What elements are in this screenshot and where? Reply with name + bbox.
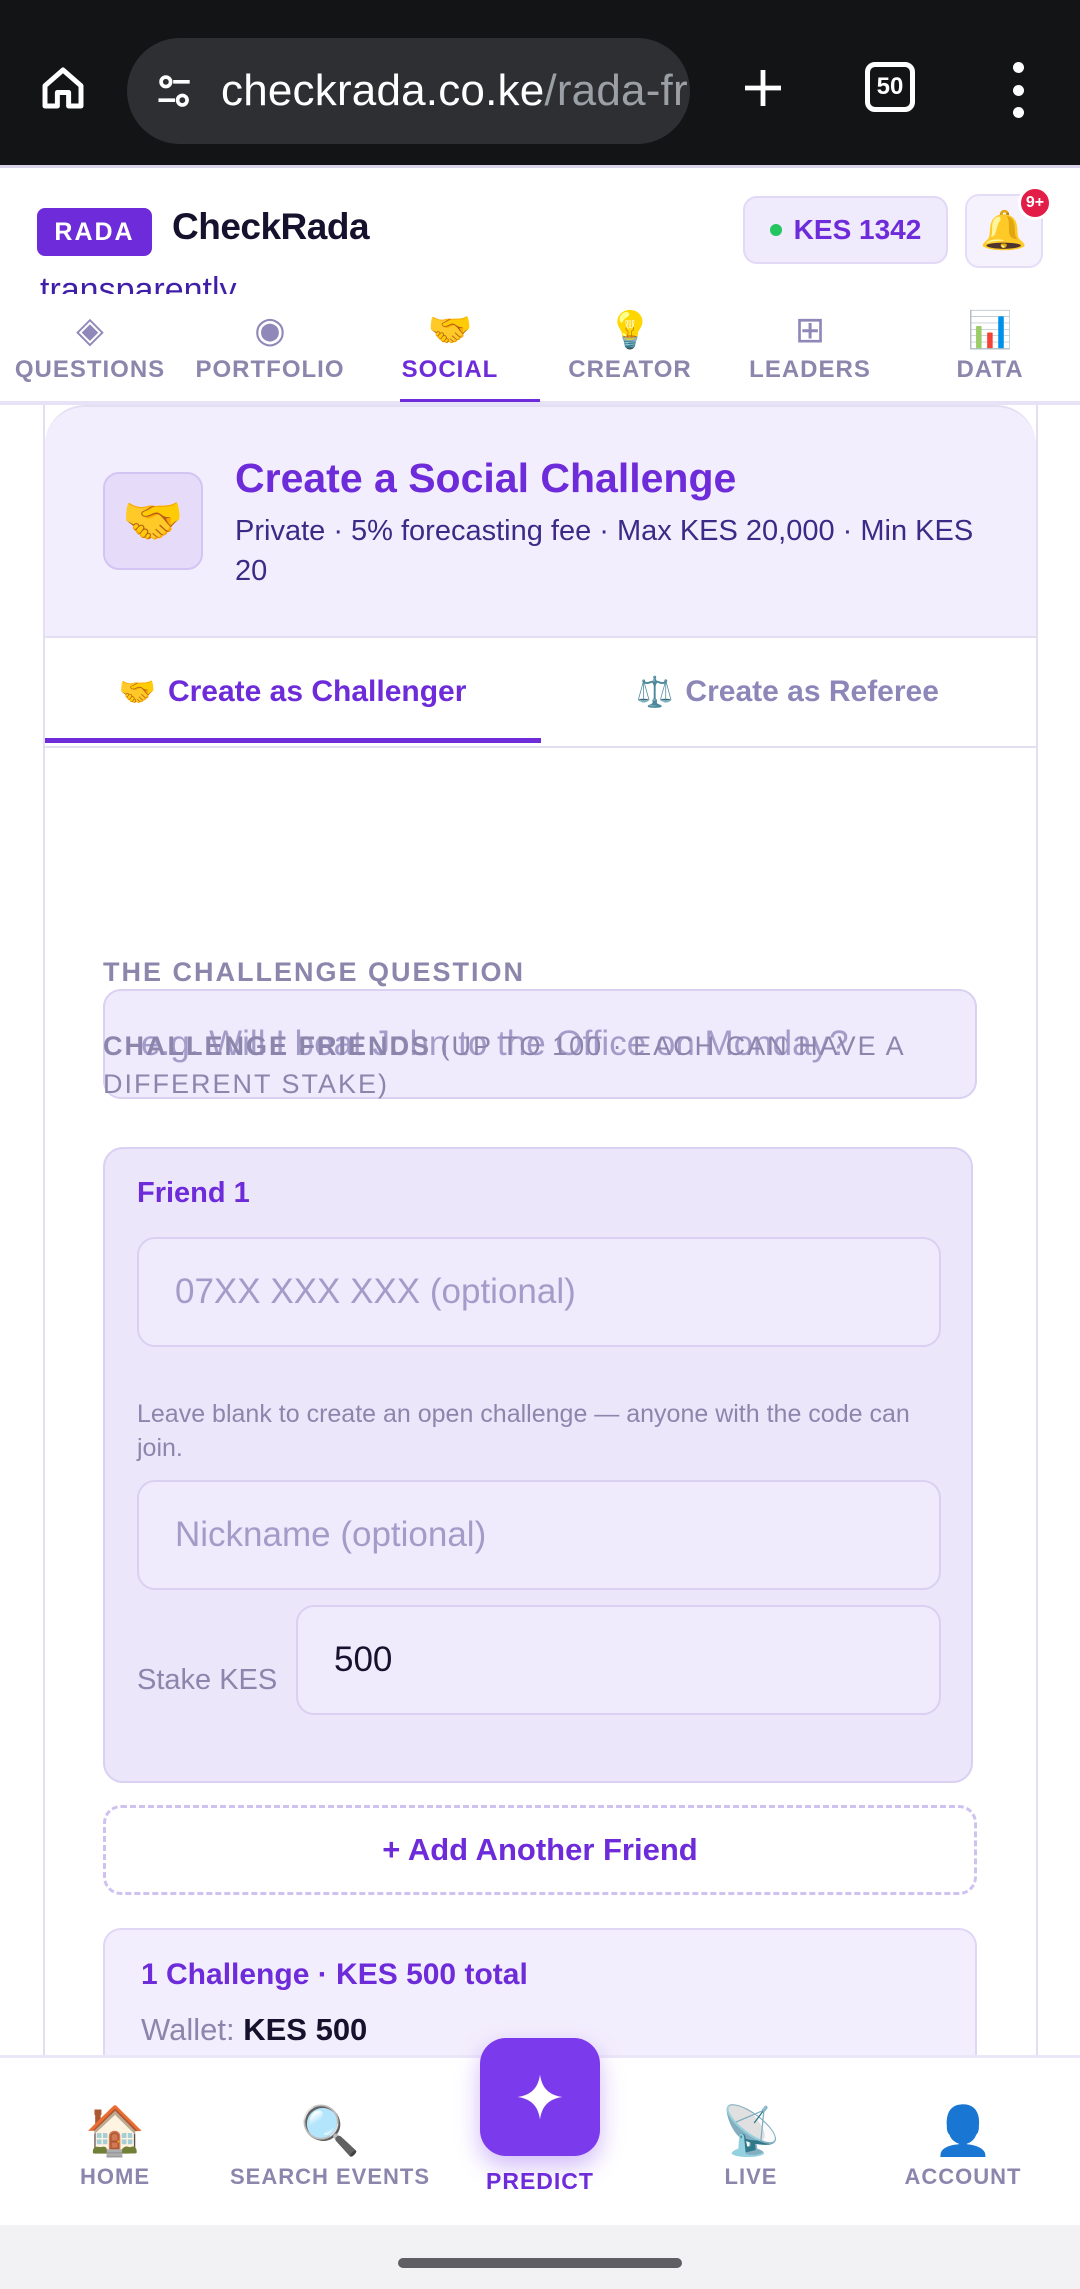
wallet-value: KES 500 bbox=[243, 2012, 368, 2047]
nav-label: HOME bbox=[80, 2164, 150, 2189]
nav-label-predict[interactable]: PREDICT bbox=[440, 2168, 640, 2195]
handshake-icon: 🤝 bbox=[427, 309, 473, 350]
scales-icon: ⚖️ bbox=[636, 675, 674, 709]
create-mode-tabs: 🤝 Create as Challenger ⚖️ Create as Refe… bbox=[45, 638, 1036, 748]
section-tab-nav: ◈ QUESTIONS ◉ PORTFOLIO 🤝 SOCIAL 💡 CREAT… bbox=[0, 295, 1080, 405]
lightbulb-icon: 💡 bbox=[607, 309, 653, 350]
account-icon: 👤 bbox=[933, 2105, 993, 2158]
handshake-icon: 🤝 bbox=[103, 472, 203, 570]
portfolio-icon: ◉ bbox=[254, 309, 286, 350]
active-tab-indicator bbox=[400, 399, 540, 402]
wallet-label: Wallet: bbox=[141, 2012, 235, 2047]
tab-label: SOCIAL bbox=[401, 356, 499, 383]
tab-create-as-referee[interactable]: ⚖️ Create as Referee bbox=[540, 638, 1035, 746]
brand-name[interactable]: CheckRada bbox=[172, 206, 370, 248]
plus-icon[interactable] bbox=[730, 55, 796, 121]
tab-data[interactable]: 📊 DATA bbox=[900, 295, 1080, 401]
tab-label: LEADERS bbox=[749, 356, 871, 383]
friend-nickname-input[interactable]: Nickname (optional) bbox=[137, 1480, 941, 1590]
browser-toolbar: checkrada.co.ke/rada-fr 50 bbox=[0, 0, 1080, 165]
tab-switcher-button[interactable]: 50 bbox=[865, 62, 915, 112]
nav-search-events[interactable]: 🔍 SEARCH EVENTS bbox=[225, 2058, 435, 2228]
friend-entry-card: Friend 1 07XX XXX XXX (optional) Leave b… bbox=[103, 1147, 973, 1783]
grid-icon: ⊞ bbox=[794, 309, 826, 350]
open-challenge-hint: Leave blank to create an open challenge … bbox=[137, 1400, 910, 1462]
url-text: checkrada.co.ke/rada-fr bbox=[221, 66, 688, 116]
home-icon[interactable] bbox=[30, 55, 96, 121]
card-subtitle: Private · 5% forecasting fee · Max KES 2… bbox=[235, 515, 974, 587]
url-path: /rada-fr bbox=[544, 66, 688, 115]
tab-label: CREATOR bbox=[568, 356, 692, 383]
tab-label: DATA bbox=[956, 356, 1024, 383]
questions-icon: ◈ bbox=[76, 309, 104, 350]
summary-wallet: Wallet: KES 500 bbox=[141, 2012, 367, 2048]
wallet-balance: KES 1342 bbox=[793, 214, 922, 245]
wallet-balance-pill[interactable]: KES 1342 bbox=[743, 196, 948, 264]
card-title: Create a Social Challenge bbox=[235, 455, 737, 501]
handshake-icon: 🤝 bbox=[118, 675, 156, 709]
friends-label: CHALLENGE FRIENDS bbox=[103, 1031, 432, 1061]
tab-create-as-challenger[interactable]: 🤝 Create as Challenger bbox=[45, 638, 540, 746]
nav-label: SEARCH EVENTS bbox=[229, 2164, 431, 2189]
tab-label: PORTFOLIO bbox=[195, 356, 345, 383]
tab-creator[interactable]: 💡 CREATOR bbox=[540, 295, 720, 401]
active-mode-indicator bbox=[45, 738, 541, 743]
nav-live[interactable]: 📡 LIVE bbox=[676, 2058, 826, 2228]
stake-label: Stake KES bbox=[137, 1664, 278, 1696]
add-friend-button[interactable]: + Add Another Friend bbox=[103, 1805, 977, 1895]
tab-label: Create as Referee bbox=[685, 675, 939, 708]
tab-social[interactable]: 🤝 SOCIAL bbox=[360, 295, 540, 401]
question-section-label: THE CHALLENGE QUESTION bbox=[103, 957, 526, 987]
friend-phone-input[interactable]: 07XX XXX XXX (optional) bbox=[137, 1237, 941, 1347]
system-gesture-area bbox=[0, 2225, 1080, 2289]
tab-leaders[interactable]: ⊞ LEADERS bbox=[720, 295, 900, 401]
rada-badge[interactable]: RADA bbox=[37, 208, 152, 256]
summary-title: 1 Challenge · KES 500 total bbox=[141, 1958, 528, 1991]
notification-count-badge: 9+ bbox=[1018, 186, 1052, 220]
address-bar[interactable]: checkrada.co.ke/rada-fr bbox=[127, 38, 690, 144]
card-header: 🤝 Create a Social Challenge Private · 5%… bbox=[45, 405, 1036, 638]
house-icon: 🏠 bbox=[85, 2105, 145, 2158]
satellite-icon: 📡 bbox=[721, 2105, 781, 2158]
home-gesture-bar[interactable] bbox=[398, 2258, 682, 2268]
stake-amount-input[interactable]: 500 bbox=[296, 1605, 941, 1715]
social-challenge-card: 🤝 Create a Social Challenge Private · 5%… bbox=[43, 405, 1038, 2058]
more-vert-icon[interactable] bbox=[1000, 62, 1036, 118]
tab-portfolio[interactable]: ◉ PORTFOLIO bbox=[180, 295, 360, 401]
tab-questions[interactable]: ◈ QUESTIONS bbox=[0, 295, 180, 401]
sparkle-icon bbox=[517, 2074, 563, 2120]
search-icon: 🔍 bbox=[300, 2105, 360, 2158]
nav-home[interactable]: 🏠 HOME bbox=[40, 2058, 190, 2228]
bar-chart-icon: 📊 bbox=[967, 309, 1013, 350]
tab-label: QUESTIONS bbox=[14, 356, 166, 383]
online-dot-icon bbox=[769, 224, 782, 236]
nav-label: LIVE bbox=[724, 2164, 778, 2189]
url-host: checkrada.co.ke bbox=[221, 66, 545, 115]
tab-label: Create as Challenger bbox=[167, 675, 467, 708]
scrolled-text-fragment: transparently bbox=[40, 271, 237, 294]
friend-title: Friend 1 bbox=[137, 1177, 250, 1209]
nav-label: ACCOUNT bbox=[904, 2164, 1022, 2189]
predict-button[interactable] bbox=[480, 2038, 600, 2156]
nav-account[interactable]: 👤 ACCOUNT bbox=[888, 2058, 1038, 2228]
friends-section-label: CHALLENGE FRIENDS (UP TO 100 · EACH CAN … bbox=[103, 1027, 1003, 1103]
tune-icon[interactable] bbox=[147, 63, 203, 119]
